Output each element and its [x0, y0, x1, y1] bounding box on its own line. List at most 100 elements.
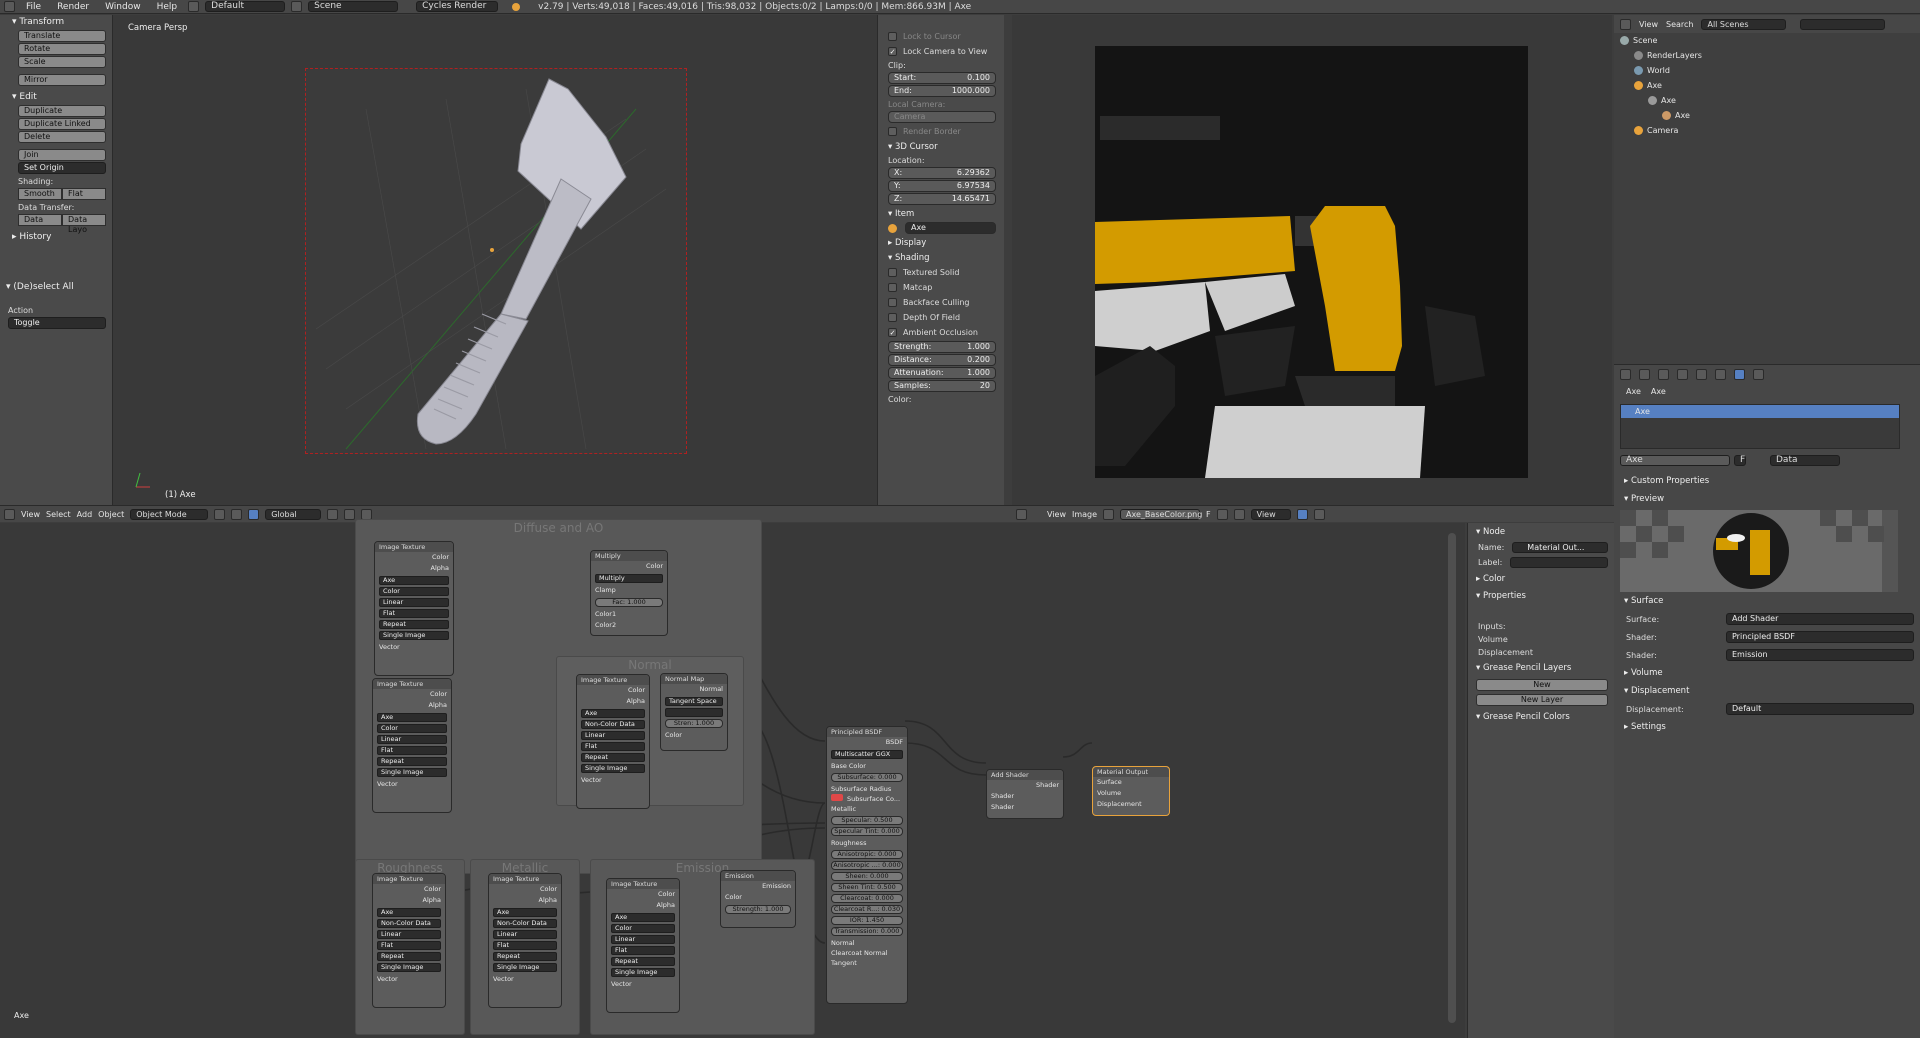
data-button[interactable]: Data [18, 214, 62, 226]
axe-model[interactable] [306, 69, 686, 453]
data-layout-button[interactable]: Data Layo [62, 214, 106, 234]
menu-window[interactable]: Window [100, 2, 146, 12]
flat-button[interactable]: Flat [62, 188, 106, 200]
menu-file[interactable]: File [21, 2, 46, 12]
ambient-occlusion-checkbox[interactable]: ✓ Ambient Occlusion [878, 325, 1004, 340]
bsdf-input-row[interactable]: Normal [827, 938, 907, 948]
cursor-x-field[interactable]: X: 6.29362 [888, 167, 996, 179]
new-image-icon[interactable] [1216, 508, 1228, 520]
add-shader-node[interactable]: Add Shader Shader Shader Shader [986, 769, 1064, 819]
edit-panel-header[interactable]: ▾ Edit [0, 90, 112, 104]
image-texture-node-emission[interactable]: Image Texture Color Alpha Axe Color Line… [606, 878, 680, 1013]
grease-pencil-layers-header[interactable]: ▾ Grease Pencil Layers [1468, 659, 1614, 676]
render-border-checkbox[interactable]: Render Border [878, 124, 1004, 139]
outliner-row-camera[interactable]: Camera [1614, 123, 1920, 138]
image-texture-node-diffuse[interactable]: Image Texture Color Alpha Axe Color Line… [374, 541, 454, 676]
image-fake-user[interactable]: F [1206, 510, 1211, 519]
shading-panel-header[interactable]: ▾ Shading [878, 250, 1004, 265]
bsdf-input-row[interactable]: IOR: 1.450 [831, 916, 903, 925]
displacement-panel-header[interactable]: ▾ Displacement [1614, 682, 1920, 700]
image-view-menu[interactable]: View [1047, 510, 1066, 519]
bsdf-input-row[interactable]: Sheen Tint: 0.500 [831, 883, 903, 892]
outliner-row-world[interactable]: World [1614, 63, 1920, 78]
image-texture-node-normal[interactable]: Image Texture Color Alpha Axe Non-Color … [576, 674, 650, 809]
modifier-tab-icon[interactable] [1715, 368, 1726, 380]
display-panel-header[interactable]: ▸ Display [878, 235, 1004, 250]
channel-rgb-icon[interactable] [1296, 508, 1308, 520]
scene-tab-icon[interactable] [1658, 368, 1669, 380]
manipulator-icon[interactable] [248, 508, 260, 520]
image-editor-icon[interactable] [1016, 508, 1027, 520]
matcap-checkbox[interactable]: Matcap [878, 280, 1004, 295]
fake-user-button[interactable]: F [1734, 455, 1746, 466]
ao-attenuation-field[interactable]: Attenuation: 1.000 [888, 367, 996, 379]
local-camera-field[interactable]: Camera [888, 111, 996, 123]
bsdf-input-row[interactable]: Specular Tint: 0.000 [831, 827, 903, 836]
ao-distance-field[interactable]: Distance: 0.200 [888, 354, 996, 366]
item-panel-header[interactable]: ▾ Item [878, 206, 1004, 221]
viewport-view-menu[interactable]: View [21, 510, 40, 519]
viewport-shading-icon[interactable] [214, 508, 226, 520]
lock-to-cursor-checkbox[interactable]: Lock to Cursor [878, 29, 1004, 44]
join-button[interactable]: Join [18, 149, 106, 161]
cursor-y-field[interactable]: Y: 6.97534 [888, 180, 996, 192]
ao-strength-field[interactable]: Strength: 1.000 [888, 341, 996, 353]
mirror-button[interactable]: Mirror [18, 74, 106, 86]
transform-panel-header[interactable]: ▾ Transform [0, 15, 112, 29]
bsdf-input-row[interactable]: Roughness [827, 838, 907, 848]
set-origin-dropdown[interactable]: Set Origin [18, 162, 106, 174]
viewport-select-menu[interactable]: Select [46, 510, 71, 519]
operator-panel-header[interactable]: ▾ (De)select All [0, 280, 112, 294]
image-texture-node-ao[interactable]: Image Texture Color Alpha Axe Color Line… [372, 678, 452, 813]
grease-pencil-colors-header[interactable]: ▾ Grease Pencil Colors [1468, 708, 1614, 725]
depth-of-field-checkbox[interactable]: Depth Of Field [878, 310, 1004, 325]
rotate-button[interactable]: Rotate [18, 43, 106, 55]
subsurface-color-swatch[interactable] [831, 794, 843, 801]
outliner-search-menu[interactable]: Search [1666, 20, 1693, 29]
shader1-dropdown[interactable]: Principled BSDF [1726, 631, 1914, 643]
image-texture-node-roughness[interactable]: Image Texture Color Alpha Axe Non-Color … [372, 873, 446, 1008]
object-tab-icon[interactable] [1696, 368, 1707, 380]
material-tab-icon[interactable] [1734, 368, 1745, 380]
link-dropdown[interactable]: Data [1770, 455, 1840, 466]
bsdf-input-row[interactable]: Subsurface: 0.000 [831, 773, 903, 782]
orientation-dropdown[interactable]: Global [265, 508, 322, 520]
lock-camera-checkbox[interactable]: ✓ Lock Camera to View [878, 44, 1004, 59]
3d-cursor-panel-header[interactable]: ▾ 3D Cursor [878, 139, 1004, 154]
outliner-search-input[interactable] [1800, 18, 1886, 30]
scale-button[interactable]: Scale [18, 56, 106, 68]
mix-multiply-node[interactable]: Multiply Color Multiply Clamp Fac: 1.000… [590, 550, 668, 636]
bsdf-input-row[interactable]: Clearcoat Normal [827, 948, 907, 958]
history-panel-header[interactable]: ▸ History [0, 230, 112, 244]
channel-alpha-icon[interactable] [1313, 508, 1325, 520]
new-layer-button[interactable]: New Layer [1476, 694, 1608, 706]
properties-editor-icon[interactable] [1620, 368, 1631, 380]
item-name-field[interactable]: Axe [905, 222, 996, 234]
bsdf-input-row[interactable]: Tangent [827, 958, 907, 968]
smooth-button[interactable]: Smooth [18, 188, 62, 200]
duplicate-button[interactable]: Duplicate [18, 105, 106, 117]
material-slot-list[interactable]: Axe [1620, 404, 1900, 449]
preview-header[interactable]: ▾ Preview [1614, 490, 1920, 508]
displacement-dropdown[interactable]: Default [1726, 703, 1914, 715]
scene-icon[interactable] [291, 1, 303, 12]
menu-render[interactable]: Render [52, 2, 94, 12]
bsdf-input-row[interactable]: Base Color [827, 761, 907, 771]
image-browse-icon[interactable] [1103, 508, 1115, 520]
properties-panel-header[interactable]: ▾ Properties [1468, 587, 1614, 604]
scene-dropdown[interactable]: Scene [308, 1, 399, 12]
world-tab-icon[interactable] [1677, 368, 1688, 380]
material-slot-item[interactable]: Axe [1621, 405, 1899, 418]
texture-tab-icon[interactable] [1753, 368, 1764, 380]
node-editor-scrollbar[interactable] [1448, 533, 1456, 1023]
viewport-add-menu[interactable]: Add [77, 510, 93, 519]
pivot-icon[interactable] [231, 508, 243, 520]
outliner-row-axe-material[interactable]: Axe [1614, 108, 1920, 123]
color-panel-header[interactable]: ▸ Color [1468, 570, 1614, 587]
emission-node[interactable]: Emission Emission Color Strength: 1.000 [720, 870, 796, 928]
outliner-row-scene[interactable]: Scene [1614, 33, 1920, 48]
shader2-dropdown[interactable]: Emission [1726, 649, 1914, 661]
normal-map-node[interactable]: Normal Map Normal Tangent Space Stren: 1… [660, 673, 728, 751]
action-dropdown[interactable]: Toggle [8, 317, 106, 329]
outliner-view-menu[interactable]: View [1639, 20, 1658, 29]
